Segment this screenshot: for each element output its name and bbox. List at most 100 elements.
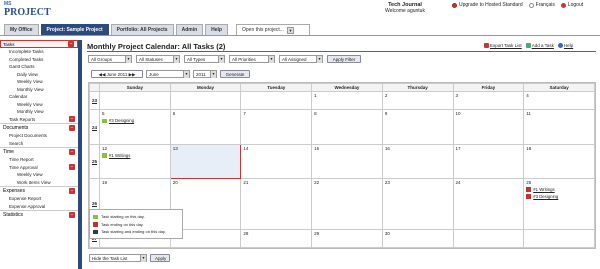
help-link[interactable]: Help: [557, 43, 573, 48]
calendar-day-cell[interactable]: [523, 228, 595, 249]
calendar-day-cell[interactable]: 15: [311, 143, 383, 180]
day-number: 5: [102, 111, 105, 117]
task-event-link[interactable]: #3 Designing: [102, 118, 168, 123]
collapse-icon[interactable]: −: [69, 125, 75, 131]
calendar-day-cell[interactable]: 30: [381, 228, 454, 249]
sidebar-section-expenses[interactable]: Expenses −: [0, 186, 78, 195]
collapse-icon[interactable]: −: [69, 149, 75, 155]
calendar-day-cell[interactable]: 10: [452, 109, 525, 145]
sidebar-item[interactable]: Weekly View: [0, 78, 78, 86]
calendar-week-row: 25 12 #1 Writings 13 14 15 16 17 18: [89, 143, 595, 180]
sidebar-section-time[interactable]: Time −: [0, 147, 78, 156]
statuses-select[interactable]: All Statuses ▼: [136, 55, 180, 63]
calendar-day-cell[interactable]: 28: [240, 228, 313, 249]
calendar-day-cell[interactable]: [240, 90, 313, 111]
calendar-day-cell[interactable]: 1: [311, 90, 383, 111]
sidebar-item[interactable]: Expense Approval: [0, 203, 78, 211]
calendar-day-cell[interactable]: 24: [452, 178, 525, 230]
weekday-header: Wednesday: [311, 83, 383, 92]
sidebar-item-label: Time Approval: [9, 164, 38, 170]
calendar-day-cell[interactable]: 23: [381, 178, 454, 230]
sidebar-item[interactable]: Work Items View: [0, 179, 78, 187]
day-number: 20: [172, 180, 178, 186]
calendar-day-cell[interactable]: 18: [523, 143, 595, 180]
tab-4[interactable]: Help: [205, 24, 228, 35]
collapse-icon[interactable]: −: [69, 163, 75, 170]
open-project-select[interactable]: Open this project... ▼: [236, 24, 310, 35]
year-select[interactable]: 2011 ▼: [193, 70, 217, 78]
sidebar-item[interactable]: Search: [0, 140, 78, 148]
hide-task-list-select[interactable]: Hide the Task List ▼: [89, 254, 147, 262]
calendar-day-cell[interactable]: 17: [452, 143, 525, 180]
sidebar-item[interactable]: Task Reports −: [0, 115, 78, 124]
calendar-day-cell[interactable]: 29: [311, 228, 383, 249]
task-event-link[interactable]: #1 Writings: [102, 153, 168, 158]
calendar-day-cell[interactable]: 22: [311, 178, 383, 230]
task-event-link[interactable]: #3 Designing: [526, 194, 592, 199]
week-number-link[interactable]: 24: [89, 109, 100, 145]
sidebar-item[interactable]: Calendar: [0, 93, 78, 101]
add-task-link[interactable]: Add a Task: [525, 43, 554, 48]
sidebar-item[interactable]: Incomplete Tasks: [0, 48, 78, 56]
sidebar-item[interactable]: Time Approval −: [0, 163, 78, 172]
sidebar-item[interactable]: Weekly View: [0, 101, 78, 109]
month-prev-next[interactable]: ◀◀ June 2011 ▶▶: [91, 70, 143, 78]
calendar-day-cell[interactable]: 7: [240, 109, 313, 145]
collapse-icon[interactable]: −: [69, 115, 75, 122]
sidebar-item[interactable]: Gantt Charts: [0, 63, 78, 71]
calendar-day-cell[interactable]: 12 #1 Writings: [99, 143, 171, 180]
collapse-icon[interactable]: −: [68, 41, 74, 47]
tab-0[interactable]: My Office: [4, 24, 39, 35]
sidebar-item[interactable]: Daily View: [0, 71, 78, 79]
calendar-day-cell[interactable]: 14: [240, 143, 313, 180]
sidebar-item[interactable]: Time Report: [0, 156, 78, 164]
sidebar-section-tasks[interactable]: Tasks −: [0, 40, 78, 48]
task-event-link[interactable]: #1 Writings: [526, 187, 592, 192]
toplink-2[interactable]: Logout: [560, 2, 583, 8]
collapse-icon[interactable]: −: [69, 212, 75, 218]
calendar-day-cell[interactable]: 3: [452, 90, 525, 111]
weekday-header: Friday: [452, 83, 525, 92]
calendar-day-cell[interactable]: [169, 90, 242, 111]
sidebar-item[interactable]: Completed Tasks: [0, 56, 78, 64]
calendar-day-cell[interactable]: 16: [381, 143, 454, 180]
sidebar-item[interactable]: Monthly View: [0, 86, 78, 94]
calendar-legend: Task starting on this day. Task ending on…: [89, 209, 183, 239]
month-select[interactable]: June ▼: [146, 70, 190, 78]
calendar-day-cell[interactable]: 4: [523, 90, 595, 111]
types-select[interactable]: All Types ▼: [184, 55, 225, 63]
calendar-day-cell[interactable]: 9: [381, 109, 454, 145]
calendar-day-cell[interactable]: 5 #3 Designing: [99, 109, 171, 145]
sidebar-item[interactable]: Expense Report: [0, 195, 78, 203]
tab-2[interactable]: Portfolio: All Projects: [110, 24, 174, 35]
calendar-day-cell[interactable]: 8: [311, 109, 383, 145]
generate-button[interactable]: Generate: [220, 70, 250, 78]
week-number-link[interactable]: 25: [89, 143, 100, 180]
export-task-list-link[interactable]: Export Task List: [484, 43, 522, 48]
collapse-icon[interactable]: −: [69, 188, 75, 194]
toplink-0[interactable]: Upgrade to Hosted Standard: [452, 2, 523, 8]
sidebar-section-documents[interactable]: Documents −: [0, 123, 78, 132]
sidebar-item[interactable]: Monthly View: [0, 108, 78, 116]
calendar-day-cell[interactable]: 25 #1 Writings #3 Designing: [523, 178, 595, 230]
assigned-select[interactable]: All Assigned ▼: [279, 55, 323, 63]
chevron-down-icon: ▼: [173, 56, 179, 63]
apply-button[interactable]: Apply: [150, 254, 170, 262]
priorities-select[interactable]: All Priorities ▼: [229, 55, 275, 63]
tab-3[interactable]: Admin: [175, 24, 204, 35]
calendar-day-cell[interactable]: [452, 228, 525, 249]
groups-select[interactable]: All Groups ▼: [88, 55, 132, 63]
calendar-day-cell[interactable]: [99, 90, 171, 111]
sidebar-item[interactable]: Weekly View: [0, 171, 78, 179]
apply-filter-button[interactable]: Apply Filter: [327, 55, 361, 63]
calendar-day-cell[interactable]: 2: [381, 90, 454, 111]
calendar-day-cell[interactable]: 13: [169, 143, 242, 180]
sidebar-item[interactable]: Project Documents: [0, 132, 78, 140]
week-number-link[interactable]: 23: [89, 90, 100, 111]
calendar-day-cell[interactable]: 11: [523, 109, 595, 145]
calendar-day-cell[interactable]: 6: [169, 109, 242, 145]
toplink-1[interactable]: Français: [528, 2, 555, 8]
calendar-day-cell[interactable]: 21: [240, 178, 313, 230]
tab-1[interactable]: Project: Sample Project: [40, 24, 109, 35]
sidebar-section-statistics[interactable]: Statistics −: [0, 210, 78, 219]
